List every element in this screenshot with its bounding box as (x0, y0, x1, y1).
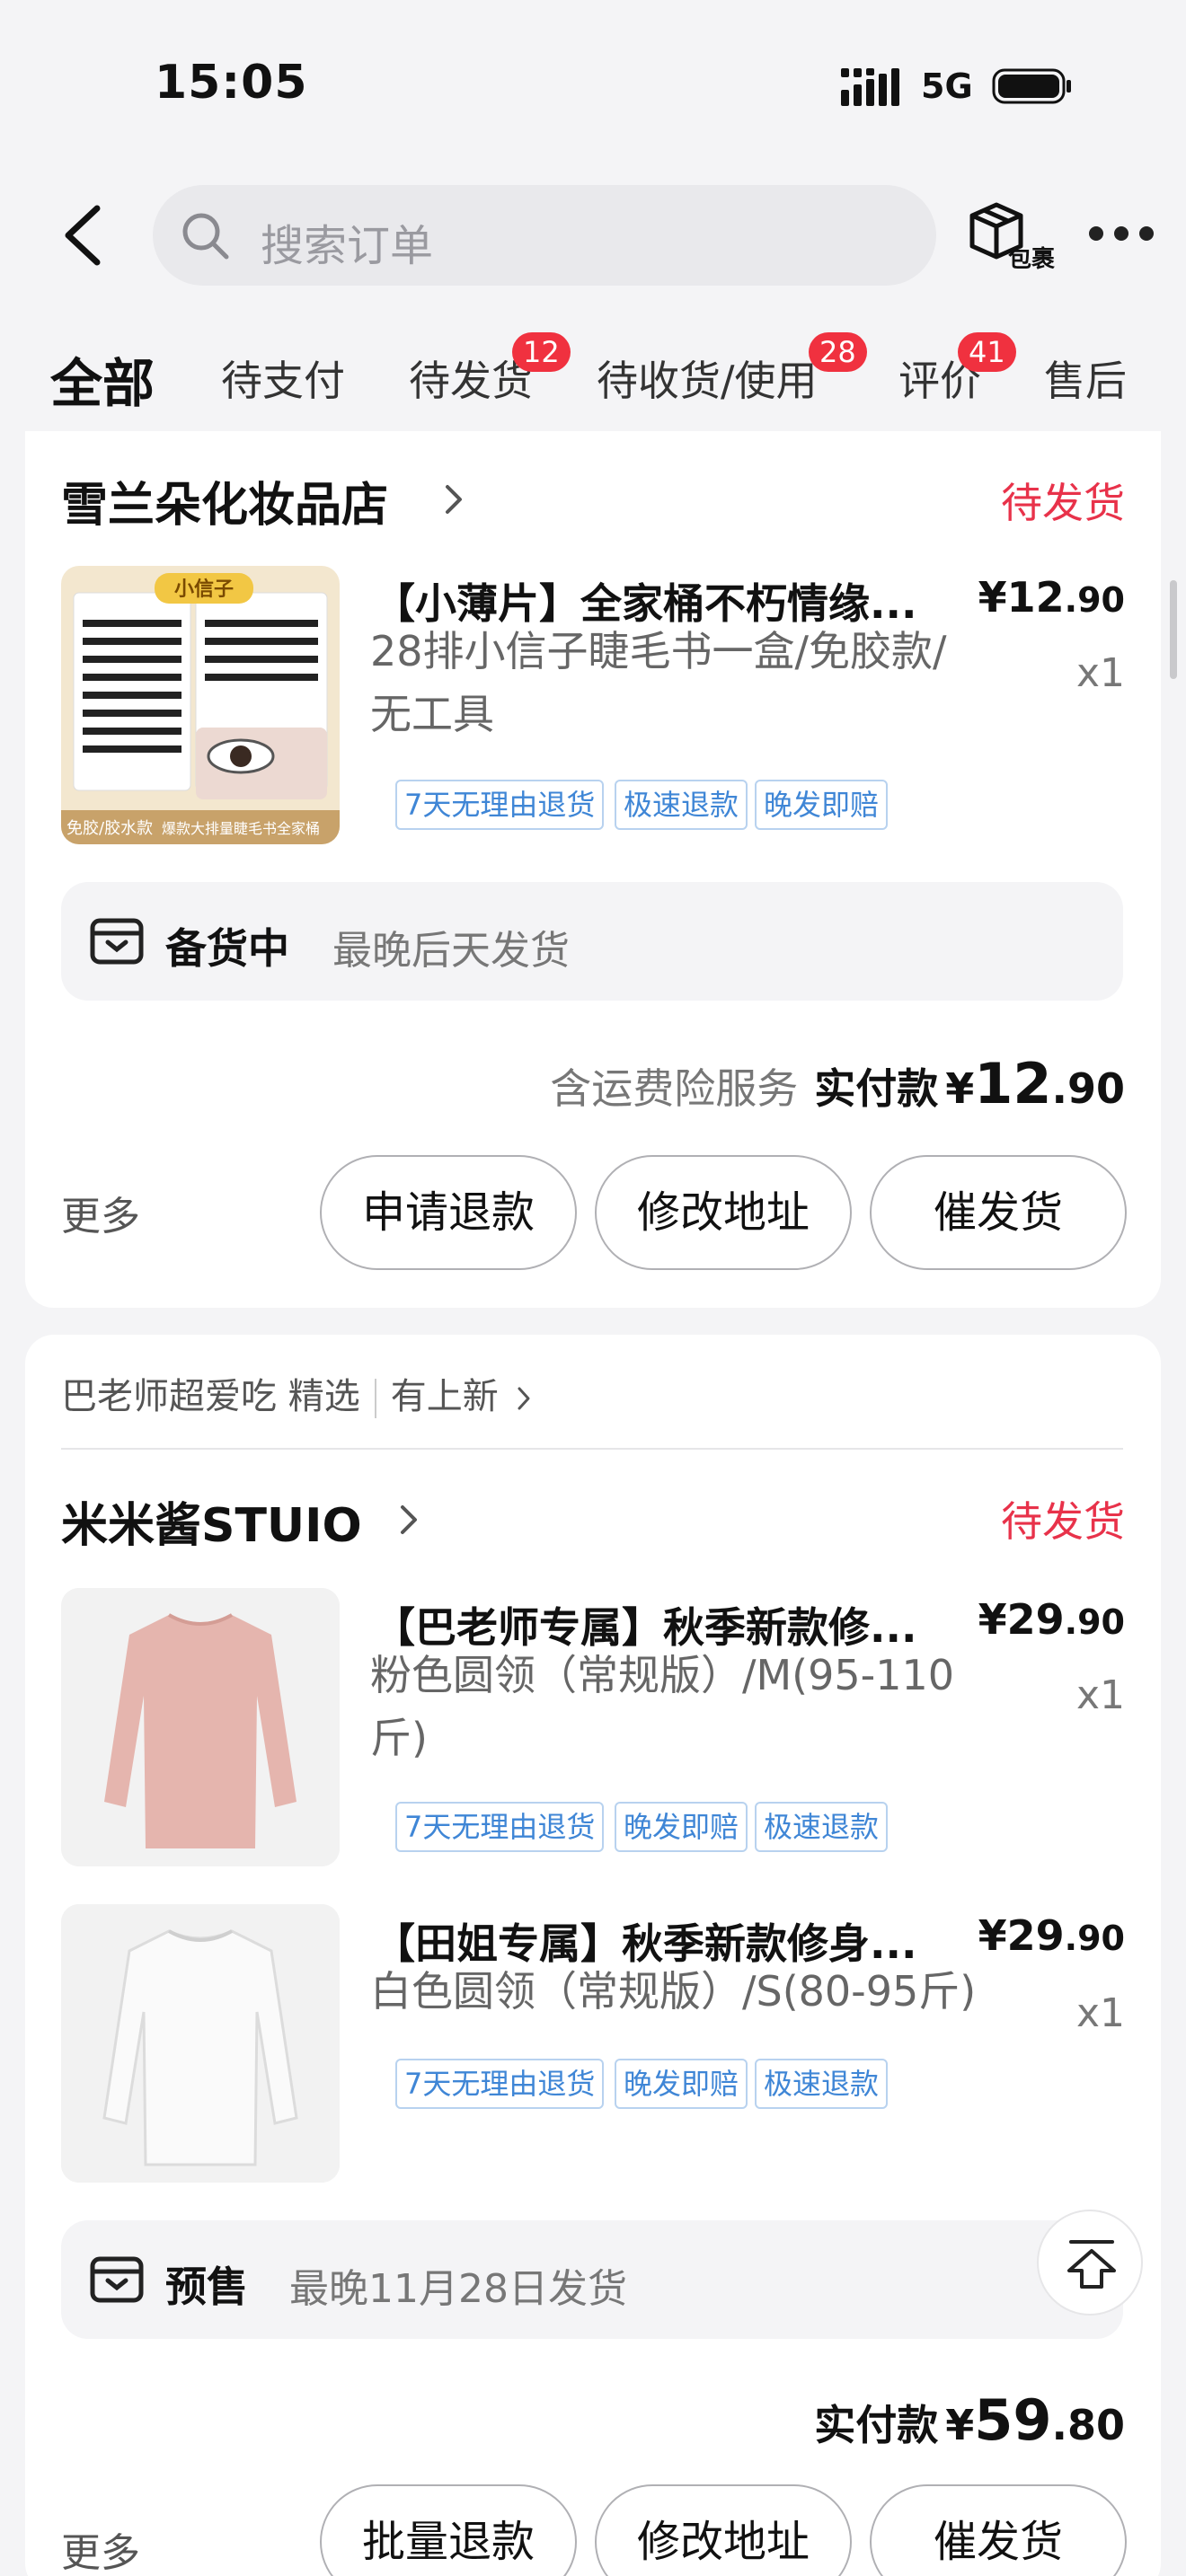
total-decimal: .80 (1051, 2401, 1126, 2449)
package-label: 包裹 (1008, 246, 1056, 273)
top-bar: 15:05 5G 搜索订单 包裹 全部 待支付 待发货 12 待收货/使用 28… (0, 0, 1186, 449)
tab-all[interactable]: 全部 (50, 341, 155, 417)
freight-insurance: 含运费险服务 (550, 1064, 799, 1113)
order-card: 雪兰朵化妆品店 待发货 小信子 免胶/胶水款 爆款大排量睫毛书全家桶 【小薄片】… (25, 431, 1161, 1308)
battery-icon (992, 68, 1071, 104)
product-spec: 粉色圆领（常规版）/M(95-110斤) (370, 1651, 955, 1762)
urge-shipping-button[interactable]: 催发货 (870, 2484, 1127, 2576)
divider (374, 1379, 376, 1418)
service-tag: 极速退款 (615, 780, 748, 830)
price-decimal: .90 (1064, 1602, 1125, 1642)
urge-shipping-button[interactable]: 催发货 (870, 1155, 1127, 1270)
order-card: 巴老师超爱吃 精选 有上新 米米酱STUIO 待发货 【巴老师专属】秋季新款修..… (25, 1335, 1161, 2576)
chevron-right-icon (518, 1387, 530, 1410)
scrollbar[interactable] (1170, 580, 1177, 679)
order-total: 含运费险服务 实付款 ¥12.90 (550, 1051, 1125, 1116)
shipping-box-icon (90, 2256, 144, 2303)
total-integer: 59 (974, 2387, 1052, 2453)
order-status: 待发货 (1001, 479, 1125, 527)
tab-badge: 12 (512, 332, 571, 372)
shipping-state: 备货中 (165, 924, 289, 973)
product-quantity: x1 (1075, 1990, 1125, 2036)
shipping-info[interactable]: 预售 最晚11月28日发货 (61, 2220, 1123, 2339)
edit-address-button[interactable]: 修改地址 (595, 2484, 852, 2576)
total-label: 实付款 (814, 2401, 939, 2449)
service-tag: 7天无理由退货 (395, 1802, 605, 1852)
product-corner: 免胶/胶水款 (66, 819, 153, 838)
shipping-info[interactable]: 备货中 最晚后天发货 (61, 882, 1123, 1001)
search-input[interactable]: 搜索订单 (153, 185, 936, 286)
price-yen: ¥ (978, 573, 1007, 622)
package-button[interactable]: 包裹 (965, 199, 1064, 273)
product-image[interactable] (61, 1904, 340, 2183)
tab-pending-receipt[interactable]: 待收货/使用 (597, 348, 818, 408)
signal-icon (841, 68, 899, 106)
order-status: 待发货 (1001, 1497, 1125, 1546)
service-tag: 晚发即赔 (615, 2059, 748, 2109)
total-yen: ¥ (945, 2401, 975, 2449)
product-spec: 白色圆领（常规版）/S(80-95斤) (370, 1967, 977, 2016)
shipping-note: 最晚11月28日发货 (289, 2266, 627, 2312)
service-tag: 晚发即赔 (755, 780, 889, 830)
product-spec: 28排小信子睫毛书一盒/免胶款/无工具 (370, 627, 947, 738)
network-type: 5G (921, 66, 973, 106)
product-price: ¥12.90 (978, 573, 1125, 622)
product-image[interactable]: 小信子 免胶/胶水款 爆款大排量睫毛书全家桶 (61, 566, 340, 844)
shipping-note: 最晚后天发货 (332, 928, 570, 974)
tab-pending-payment[interactable]: 待支付 (221, 348, 345, 408)
back-icon[interactable] (58, 203, 108, 268)
search-placeholder: 搜索订单 (261, 221, 434, 271)
eyelash-product-image: 小信子 免胶/胶水款 爆款大排量睫毛书全家桶 (61, 566, 340, 844)
chevron-right-icon (446, 485, 462, 514)
price-decimal: .90 (1064, 580, 1125, 620)
batch-refund-button[interactable]: 批量退款 (320, 2484, 577, 2576)
total-yen: ¥ (945, 1064, 975, 1113)
refund-button[interactable]: 申请退款 (320, 1155, 577, 1270)
price-yen: ¥ (978, 1911, 1007, 1960)
price-integer: 12 (1006, 573, 1065, 622)
price-integer: 29 (1006, 1595, 1065, 1644)
tab-badge: 41 (958, 332, 1016, 372)
divider (61, 1448, 1123, 1450)
promo-text: 巴老师超爱吃 精选 (61, 1376, 360, 1417)
back-to-top-button[interactable] (1037, 2210, 1143, 2316)
edit-address-button[interactable]: 修改地址 (595, 1155, 852, 1270)
promo-new: 有上新 (390, 1376, 499, 1417)
service-tag: 极速退款 (755, 2059, 889, 2109)
price-yen: ¥ (978, 1595, 1007, 1644)
service-tag: 极速退款 (755, 1802, 889, 1852)
search-icon (182, 213, 229, 260)
arrow-up-icon (1067, 2240, 1116, 2289)
white-top-image (61, 1904, 340, 2183)
shipping-box-icon (90, 918, 144, 965)
total-integer: 12 (974, 1051, 1052, 1116)
shop-name[interactable]: 米米酱STUIO (61, 1487, 362, 1555)
product-image[interactable] (61, 1588, 340, 1866)
status-time: 15:05 (155, 56, 308, 110)
pink-top-image (61, 1588, 340, 1866)
more-actions[interactable]: 更多 (61, 1184, 140, 1241)
more-options-icon[interactable] (1089, 225, 1154, 246)
store-promo[interactable]: 巴老师超爱吃 精选 有上新 (61, 1367, 531, 1419)
tab-badge: 28 (809, 332, 867, 372)
product-price: ¥29.90 (978, 1595, 1125, 1644)
tab-after-sales[interactable]: 售后 (1044, 348, 1127, 408)
shop-name[interactable]: 雪兰朵化妆品店 (61, 467, 388, 534)
service-tag: 7天无理由退货 (395, 780, 605, 830)
service-tag: 7天无理由退货 (395, 2059, 605, 2109)
product-quantity: x1 (1075, 650, 1125, 696)
product-brand: 小信子 (174, 578, 234, 601)
product-quantity: x1 (1075, 1672, 1125, 1718)
chevron-right-icon (401, 1505, 417, 1534)
price-decimal: .90 (1064, 1919, 1125, 1958)
service-tag: 晚发即赔 (615, 1802, 748, 1852)
total-label: 实付款 (814, 1064, 939, 1113)
product-price: ¥29.90 (978, 1911, 1125, 1960)
total-decimal: .90 (1051, 1064, 1126, 1113)
shipping-state: 预售 (165, 2263, 248, 2311)
order-total: 实付款 ¥59.80 (814, 2387, 1125, 2453)
price-integer: 29 (1006, 1911, 1065, 1960)
product-caption: 爆款大排量睫毛书全家桶 (162, 820, 320, 837)
more-actions[interactable]: 更多 (61, 2520, 140, 2576)
